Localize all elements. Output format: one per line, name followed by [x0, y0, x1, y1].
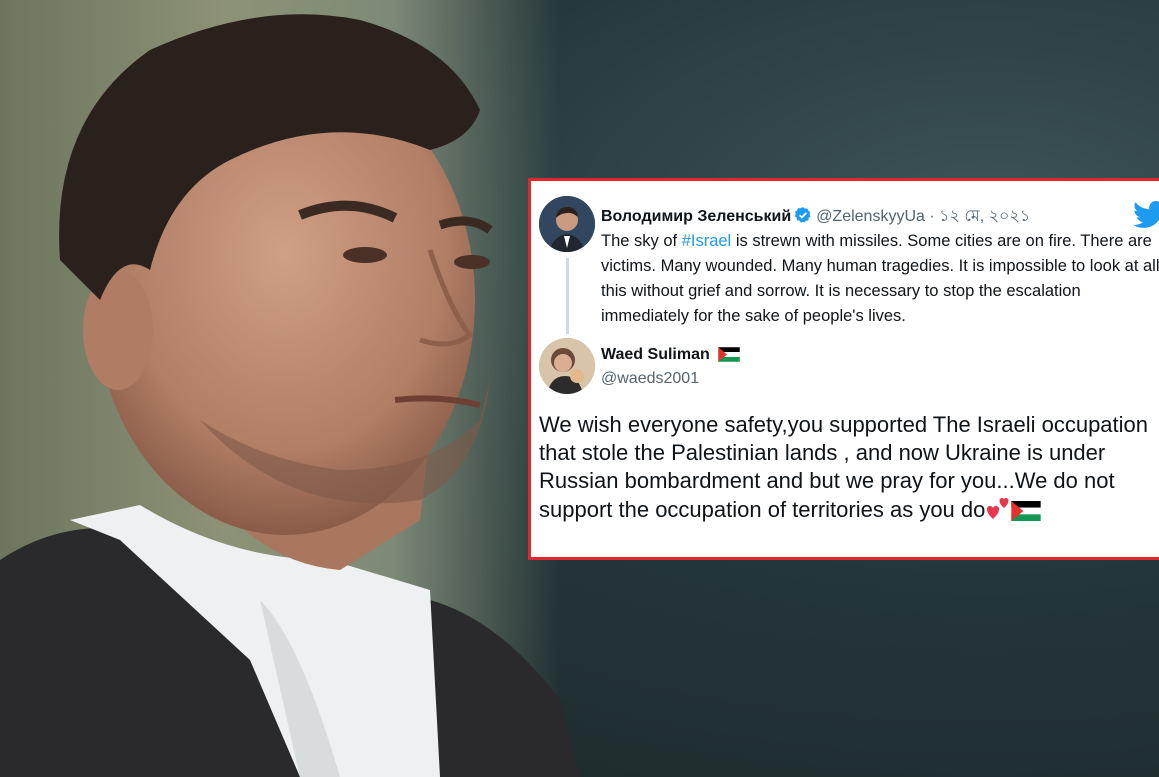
tweet-screenshot-card: Володимир Зеленський @ZelenskyyUa · ১২ মে… — [528, 178, 1159, 560]
reply-tweet-header: Waed Suliman — [601, 346, 741, 367]
avatar-child-icon — [539, 338, 595, 394]
verified-badge-icon — [794, 206, 812, 229]
original-display-name[interactable]: Володимир Зеленський — [601, 208, 791, 225]
two-hearts-icon — [985, 495, 1011, 528]
hashtag-link[interactable]: #Israel — [682, 232, 732, 250]
avatar[interactable] — [539, 196, 595, 252]
reply-text-body: We wish everyone safety,you supported Th… — [539, 412, 1149, 522]
original-tweet-header: Володимир Зеленський @ZelenskyyUa · ১২ মে… — [601, 203, 1030, 230]
reply-tweet-text: We wish everyone safety,you supported Th… — [539, 411, 1159, 528]
thread-connector-line — [566, 258, 569, 334]
reply-handle[interactable]: @waeds2001 — [601, 370, 699, 388]
original-tweet-text: The sky of #Israel is strewn with missil… — [601, 229, 1159, 329]
tweet-text-start: The sky of — [601, 232, 682, 250]
original-handle-date[interactable]: @ZelenskyyUa · ১২ মে, ২০২১ — [816, 208, 1030, 225]
avatar-portrait-icon — [539, 196, 595, 252]
palestine-flag-icon — [717, 346, 741, 367]
palestine-flag-icon — [1011, 500, 1042, 528]
portrait-photo — [0, 14, 580, 777]
reply-display-name[interactable]: Waed Suliman — [601, 346, 710, 363]
reply-avatar[interactable] — [539, 338, 595, 394]
